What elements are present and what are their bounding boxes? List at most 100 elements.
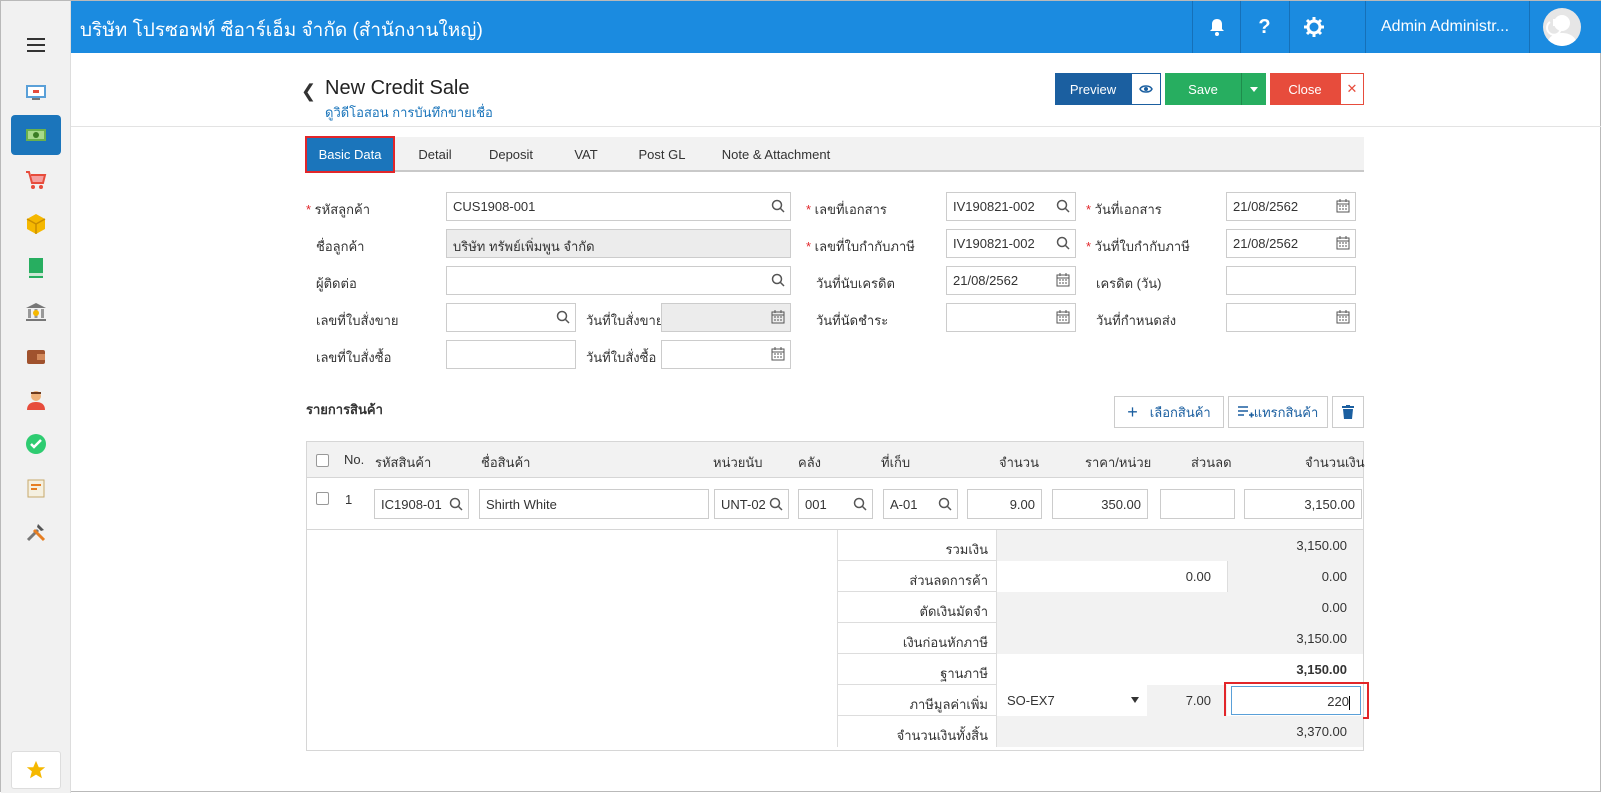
report-icon[interactable] <box>11 468 61 508</box>
so-date-label: วันที่ใบสั่งขาย <box>586 313 664 328</box>
app-window: บริษัท โปรซอฟท์ ซีอาร์เอ็ม จำกัด (สำนักง… <box>0 0 1601 793</box>
person-icon[interactable] <box>11 380 61 420</box>
calendar-icon[interactable] <box>771 347 785 361</box>
calendar-icon[interactable] <box>1336 310 1350 324</box>
select-all-checkbox[interactable] <box>316 454 329 467</box>
due-date-label: วันที่นัดชำระ <box>816 313 889 328</box>
total-value: 3,150.00 <box>997 530 1363 561</box>
search-icon[interactable] <box>769 497 783 511</box>
vat-amount-input[interactable]: 220 <box>1231 686 1361 715</box>
notification-bell-icon[interactable] <box>1192 1 1240 53</box>
trade-discount-label: ส่วนลดการค้า <box>837 561 997 592</box>
summary-panel: รวมเงิน 3,150.00 ส่วนลดการค้า 0.00 0.00 … <box>837 530 1369 751</box>
customer-code-field[interactable]: CUS1908-001 <box>446 192 791 221</box>
calendar-icon[interactable] <box>1336 199 1350 213</box>
col-qty: จำนวน <box>999 455 1039 470</box>
unit-field[interactable]: UNT-02 <box>714 489 789 519</box>
col-no: No. <box>344 452 365 467</box>
search-icon[interactable] <box>1056 199 1070 213</box>
book-icon[interactable] <box>11 248 61 288</box>
bank-icon[interactable] <box>11 292 61 332</box>
cart-icon[interactable] <box>11 160 61 200</box>
tutorial-video-link[interactable]: ดูวิดีโอสอน การบันทึกขายเชื่อ <box>325 102 493 123</box>
approve-check-icon[interactable] <box>11 424 61 464</box>
qty-field[interactable]: 9.00 <box>967 489 1042 519</box>
before-tax-label: เงินก่อนหักภาษี <box>837 623 997 654</box>
search-icon[interactable] <box>771 199 785 213</box>
unit-price-field[interactable]: 350.00 <box>1052 489 1148 519</box>
doc-no-field[interactable]: IV190821-002 <box>946 192 1076 221</box>
vat-code-select[interactable]: SO-EX7 <box>997 685 1147 716</box>
favorite-star-icon[interactable] <box>11 751 61 789</box>
search-icon[interactable] <box>556 310 570 324</box>
product-code-field[interactable]: IC1908-01 <box>374 489 469 519</box>
help-icon[interactable]: ? <box>1240 1 1288 53</box>
search-icon[interactable] <box>449 497 463 511</box>
contact-field[interactable] <box>446 266 791 295</box>
tab-detail[interactable]: Detail <box>404 137 466 172</box>
search-icon[interactable] <box>938 497 952 511</box>
settings-gear-icon[interactable] <box>1289 1 1337 53</box>
po-no-field[interactable] <box>446 340 576 369</box>
col-product-name: ชื่อสินค้า <box>481 455 531 470</box>
trade-discount-input[interactable]: 0.00 <box>997 561 1227 592</box>
so-no-label: เลขที่ใบสั่งขาย <box>316 313 399 328</box>
tools-icon[interactable] <box>11 512 61 552</box>
doc-date-field[interactable]: 21/08/2562 <box>1226 192 1356 221</box>
divider <box>71 126 1601 127</box>
row-checkbox[interactable] <box>316 492 329 505</box>
company-name: บริษัท โปรซอฟท์ ซีอาร์เอ็ม จำกัด (สำนักง… <box>80 20 483 41</box>
sales-money-icon[interactable] <box>11 115 61 155</box>
calendar-icon[interactable] <box>1056 310 1070 324</box>
search-icon[interactable] <box>771 273 785 287</box>
sidebar <box>1 1 71 793</box>
tab-deposit[interactable]: Deposit <box>476 137 546 172</box>
close-x-icon[interactable]: ✕ <box>1340 73 1364 105</box>
search-icon[interactable] <box>1056 236 1070 250</box>
warehouse-field[interactable]: 001 <box>798 489 873 519</box>
credit-days-field[interactable] <box>1226 266 1356 295</box>
logout-power-icon[interactable] <box>1529 1 1577 53</box>
tab-post-gl[interactable]: Post GL <box>626 137 698 172</box>
summary-trade-discount-row: ส่วนลดการค้า 0.00 0.00 <box>837 561 1363 592</box>
delivery-date-field[interactable] <box>1226 303 1356 332</box>
wallet-icon[interactable] <box>11 336 61 376</box>
items-table: No. รหัสสินค้า ชื่อสินค้า หน่วยนับ คลัง … <box>306 441 1369 751</box>
dashboard-icon[interactable] <box>11 72 61 112</box>
delete-trash-icon[interactable] <box>1332 396 1364 428</box>
summary-tax-base-row: ฐานภาษี 3,150.00 <box>837 654 1363 685</box>
select-product-button[interactable]: + เลือกสินค้า <box>1114 396 1224 428</box>
calendar-icon[interactable] <box>771 310 785 324</box>
po-date-label: วันที่ใบสั่งซื้อ <box>586 350 657 365</box>
calendar-icon[interactable] <box>1336 236 1350 250</box>
location-field[interactable]: A-01 <box>883 489 958 519</box>
tab-note-attachment[interactable]: Note & Attachment <box>708 137 844 172</box>
insert-product-button[interactable]: แทรกสินค้า <box>1228 396 1328 428</box>
preview-eye-icon[interactable] <box>1131 73 1161 105</box>
inventory-box-icon[interactable] <box>11 204 61 244</box>
close-button[interactable]: Close <box>1270 73 1340 105</box>
save-dropdown-caret-icon[interactable] <box>1241 73 1266 105</box>
amount-field: 3,150.00 <box>1244 489 1362 519</box>
tax-base-label: ฐานภาษี <box>837 654 997 685</box>
so-no-field[interactable] <box>446 303 576 332</box>
tax-invoice-no-field[interactable]: IV190821-002 <box>946 229 1076 258</box>
search-icon[interactable] <box>853 497 867 511</box>
tax-base-value: 3,150.00 <box>997 654 1363 685</box>
save-button[interactable]: Save <box>1165 73 1241 105</box>
due-date-field[interactable] <box>946 303 1076 332</box>
back-chevron-icon[interactable]: ❮ <box>301 81 316 102</box>
tab-basic-data[interactable]: Basic Data <box>305 136 395 173</box>
preview-button[interactable]: Preview <box>1055 73 1131 105</box>
summary-total-row: รวมเงิน 3,150.00 <box>837 530 1363 561</box>
credit-start-date-field[interactable]: 21/08/2562 <box>946 266 1076 295</box>
so-date-field <box>661 303 791 332</box>
calendar-icon[interactable] <box>1056 273 1070 287</box>
grand-total-label: จำนวนเงินทั้งสิ้น <box>837 716 997 747</box>
tab-vat[interactable]: VAT <box>556 137 616 172</box>
product-name-field[interactable]: Shirth White <box>479 489 709 519</box>
discount-field[interactable] <box>1160 489 1235 519</box>
tax-invoice-date-field[interactable]: 21/08/2562 <box>1226 229 1356 258</box>
po-date-field[interactable] <box>661 340 791 369</box>
menu-icon[interactable] <box>27 38 45 52</box>
